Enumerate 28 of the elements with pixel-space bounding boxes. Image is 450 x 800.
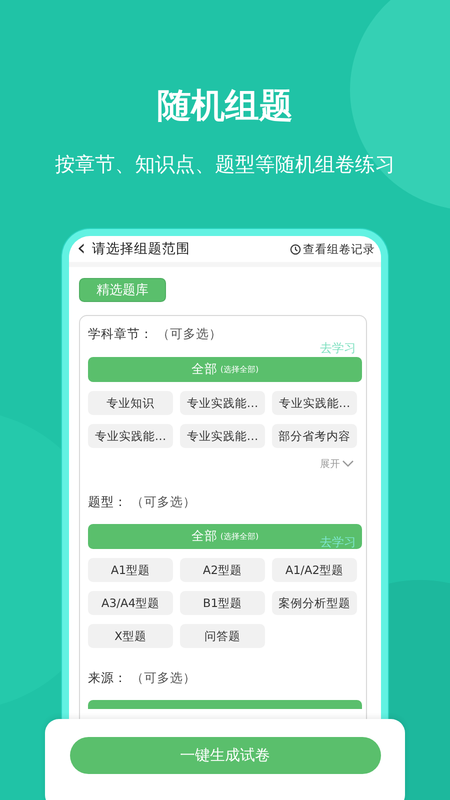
section-title: 来源： <box>88 670 127 686</box>
option-chip[interactable]: 问答题 <box>180 624 265 648</box>
history-link[interactable]: 查看组卷记录 <box>303 242 375 256</box>
option-chip[interactable]: A1型题 <box>88 558 173 582</box>
option-chip[interactable]: B1型题 <box>180 591 265 615</box>
option-chip[interactable]: 专业实践能… <box>272 391 357 415</box>
option-chip[interactable]: 部分省考内容 <box>272 424 357 448</box>
select-all-button[interactable] <box>88 700 362 709</box>
clock-icon <box>290 244 301 254</box>
subheadline: 按章节、知识点、题型等随机组卷练习 <box>55 151 395 178</box>
section-title: 题型： <box>88 494 127 510</box>
chevron-down-icon <box>342 460 354 468</box>
option-chip[interactable]: 专业实践能… <box>180 424 265 448</box>
back-button[interactable]: ‹ <box>77 238 86 260</box>
section-hint: （可多选） <box>131 670 196 686</box>
section-hint: （可多选） <box>131 494 196 510</box>
option-chip[interactable]: 专业知识 <box>88 391 173 415</box>
option-chip[interactable]: A1/A2型题 <box>272 558 357 582</box>
option-chip[interactable]: 专业实践能… <box>180 391 265 415</box>
option-chip[interactable]: 案例分析型题 <box>272 591 357 615</box>
option-chip[interactable]: 专业实践能… <box>88 424 173 448</box>
option-chip[interactable]: A2型题 <box>180 558 265 582</box>
headline: 随机组题 <box>157 85 293 128</box>
section-title: 学科章节： <box>88 326 153 342</box>
page-title: 请选择组题范围 <box>92 240 191 258</box>
option-chip[interactable]: A3/A4型题 <box>88 591 173 615</box>
option-chip[interactable]: X型题 <box>88 624 173 648</box>
section-hint: （可多选） <box>157 326 222 342</box>
